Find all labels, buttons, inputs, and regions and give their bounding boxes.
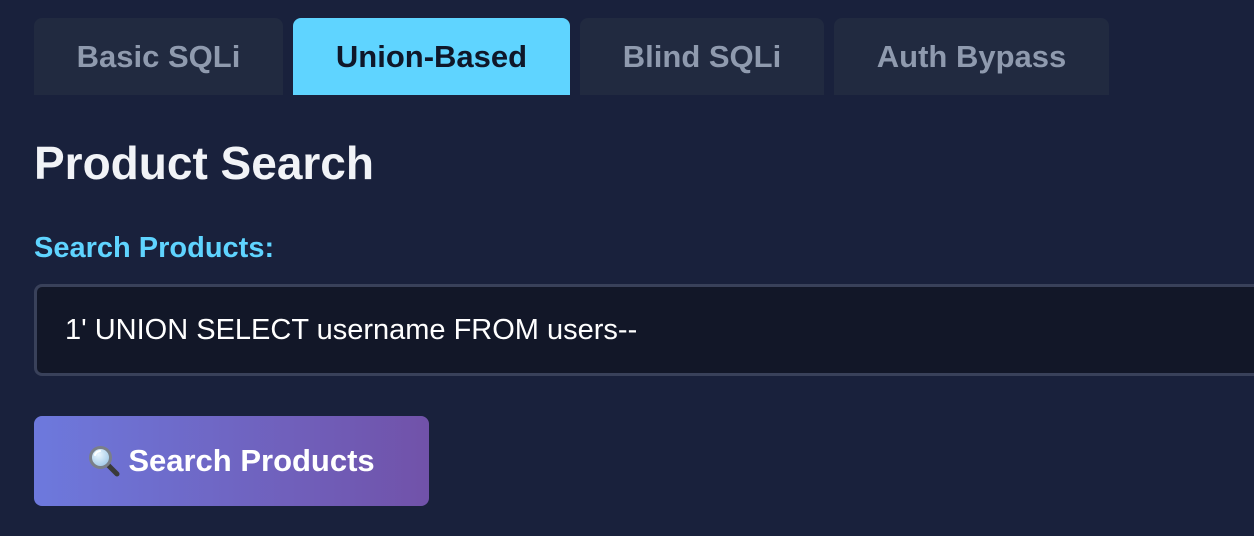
search-products-button[interactable]: Search Products — [34, 416, 429, 506]
magnifier-icon — [88, 445, 120, 477]
page: Basic SQLi Union-Based Blind SQLi Auth B… — [0, 0, 1254, 536]
search-button-label: Search Products — [128, 443, 375, 478]
tab-label: Basic SQLi — [76, 38, 241, 74]
search-input[interactable] — [34, 284, 1254, 376]
tab-basic-sqli[interactable]: Basic SQLi — [34, 18, 283, 95]
tab-bar: Basic SQLi Union-Based Blind SQLi Auth B… — [34, 18, 1109, 95]
search-label: Search Products: — [34, 232, 275, 264]
tab-label: Auth Bypass — [876, 38, 1067, 74]
tab-label: Union-Based — [335, 38, 528, 74]
tab-blind-sqli[interactable]: Blind SQLi — [580, 18, 824, 95]
tab-union-based[interactable]: Union-Based — [293, 18, 570, 95]
page-title: Product Search — [34, 137, 374, 189]
tab-auth-bypass[interactable]: Auth Bypass — [834, 18, 1109, 95]
tab-label: Blind SQLi — [622, 38, 782, 74]
